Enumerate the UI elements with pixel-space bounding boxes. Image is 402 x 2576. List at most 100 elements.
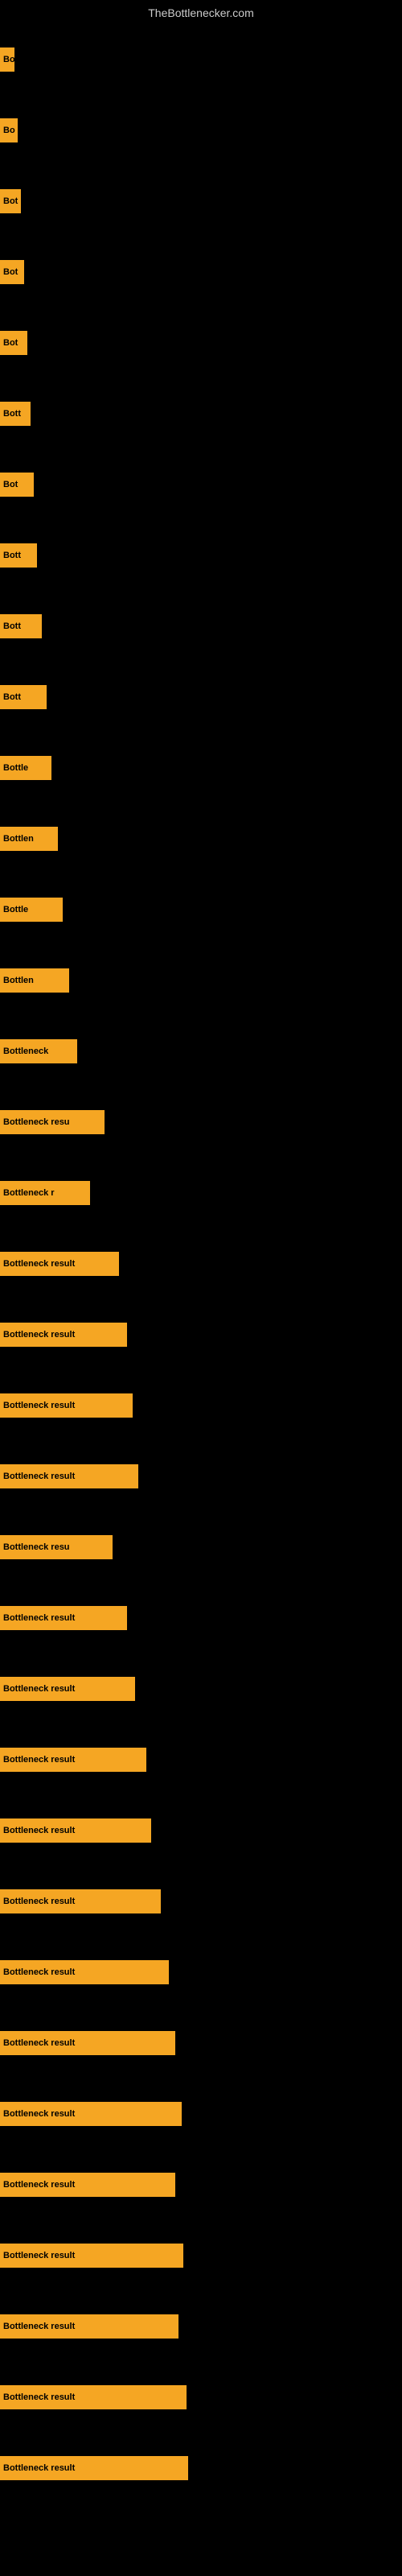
bar-label: Bottleneck resu xyxy=(3,1542,70,1552)
bar-row: Bottlen xyxy=(0,803,402,874)
bar-label: Bottleneck result xyxy=(3,1401,75,1410)
bar-item: Bottleneck result xyxy=(0,1889,161,1913)
bar-item: Bottleneck result xyxy=(0,1323,127,1347)
bar-item: Bottleneck result xyxy=(0,1252,119,1276)
bar-item: Bott xyxy=(0,402,31,426)
bar-item: Bott xyxy=(0,685,47,709)
bar-label: Bottleneck result xyxy=(3,2251,75,2260)
bar-row: Bott xyxy=(0,662,402,733)
bar-label: Bott xyxy=(3,409,21,419)
bar-label: Bottleneck result xyxy=(3,1967,75,1977)
bar-row: Bottleneck result xyxy=(0,2362,402,2433)
bar-label: Bottleneck r xyxy=(3,1188,55,1198)
bar-row: Bo xyxy=(0,95,402,166)
site-title: TheBottlenecker.com xyxy=(0,0,402,26)
bar-row: Bottleneck result xyxy=(0,1583,402,1653)
bar-row: Bottleneck r xyxy=(0,1158,402,1228)
bar-item: Bottle xyxy=(0,898,63,922)
bar-item: Bottlen xyxy=(0,827,58,851)
bar-label: Bo xyxy=(3,55,14,64)
bar-item: Bottleneck result xyxy=(0,2244,183,2268)
bar-label: Bottle xyxy=(3,763,28,773)
bar-row: Bott xyxy=(0,520,402,591)
bar-item: Bottleneck result xyxy=(0,2102,182,2126)
bar-label: Bottleneck result xyxy=(3,1330,75,1340)
bar-label: Bot xyxy=(3,338,18,348)
bar-item: Bottleneck result xyxy=(0,2173,175,2197)
bar-row: Bot xyxy=(0,237,402,308)
bar-row: Bottleneck result xyxy=(0,2149,402,2220)
bar-row: Bottleneck result xyxy=(0,1441,402,1512)
bar-label: Bot xyxy=(3,480,18,489)
bar-row: Bottleneck result xyxy=(0,2008,402,2079)
bar-item: Bot xyxy=(0,260,24,284)
bar-row: Bottleneck result xyxy=(0,1937,402,2008)
bar-row: Bottlen xyxy=(0,945,402,1016)
bar-label: Bottleneck result xyxy=(3,2038,75,2048)
bar-item: Bottleneck resu xyxy=(0,1535,113,1559)
bar-row: Bottleneck result xyxy=(0,1795,402,1866)
bar-row: Bottleneck result xyxy=(0,1370,402,1441)
bar-row: Bottle xyxy=(0,874,402,945)
bar-row: Bottleneck result xyxy=(0,1653,402,1724)
bar-row: Bottleneck result xyxy=(0,1724,402,1795)
bar-row: Bo xyxy=(0,24,402,95)
bar-label: Bottleneck result xyxy=(3,2109,75,2119)
bar-label: Bottleneck result xyxy=(3,1472,75,1481)
bar-row: Bot xyxy=(0,449,402,520)
bar-row: Bottleneck xyxy=(0,1016,402,1087)
bar-item: Bottleneck resu xyxy=(0,1110,105,1134)
bar-item: Bot xyxy=(0,331,27,355)
bar-row: Bott xyxy=(0,378,402,449)
bar-item: Bottleneck result xyxy=(0,2314,178,2339)
bar-label: Bottleneck result xyxy=(3,1684,75,1694)
bar-label: Bottleneck resu xyxy=(3,1117,70,1127)
bar-label: Bottleneck result xyxy=(3,2322,75,2331)
bar-label: Bottleneck result xyxy=(3,2392,75,2402)
bar-label: Bottle xyxy=(3,905,28,914)
bar-item: Bottleneck result xyxy=(0,1960,169,1984)
bar-row: Bottleneck result xyxy=(0,1866,402,1937)
bar-row: Bottleneck result xyxy=(0,1228,402,1299)
bar-item: Bottle xyxy=(0,756,51,780)
bar-item: Bottleneck result xyxy=(0,2456,188,2480)
bar-row: Bot xyxy=(0,166,402,237)
bar-item: Bottleneck result xyxy=(0,1748,146,1772)
bar-item: Bo xyxy=(0,118,18,142)
bar-row: Bottleneck result xyxy=(0,2291,402,2362)
bar-item: Bottleneck result xyxy=(0,2385,187,2409)
bars-container: Bo Bo Bot Bot Bot Bott Bot Bott Bott Bott Bottle Bo… xyxy=(0,24,402,2504)
bar-label: Bottleneck result xyxy=(3,2463,75,2473)
bar-item: Bottleneck result xyxy=(0,1677,135,1701)
bar-label: Bottleneck result xyxy=(3,1897,75,1906)
bar-label: Bottleneck result xyxy=(3,1826,75,1835)
bar-item: Bottleneck result xyxy=(0,1606,127,1630)
bar-label: Bott xyxy=(3,692,21,702)
bar-item: Bottleneck result xyxy=(0,2031,175,2055)
bar-label: Bot xyxy=(3,196,18,206)
bar-label: Bott xyxy=(3,621,21,631)
bar-label: Bottleneck result xyxy=(3,1259,75,1269)
bar-row: Bott xyxy=(0,591,402,662)
bar-row: Bottleneck result xyxy=(0,2433,402,2504)
bar-item: Bott xyxy=(0,614,42,638)
bar-item: Bottlen xyxy=(0,968,69,993)
bar-label: Bot xyxy=(3,267,18,277)
bar-label: Bott xyxy=(3,551,21,560)
bar-item: Bottleneck xyxy=(0,1039,77,1063)
bar-label: Bottlen xyxy=(3,834,34,844)
bar-label: Bottleneck result xyxy=(3,2180,75,2190)
bar-item: Bot xyxy=(0,473,34,497)
bar-item: Bottleneck r xyxy=(0,1181,90,1205)
bar-label: Bo xyxy=(3,126,15,135)
bar-label: Bottleneck result xyxy=(3,1613,75,1623)
bar-row: Bottleneck result xyxy=(0,2220,402,2291)
bar-row: Bottleneck resu xyxy=(0,1512,402,1583)
bar-row: Bottle xyxy=(0,733,402,803)
bar-item: Bo xyxy=(0,47,14,72)
bar-label: Bottleneck xyxy=(3,1046,48,1056)
bar-item: Bottleneck result xyxy=(0,1818,151,1843)
bar-row: Bottleneck result xyxy=(0,2079,402,2149)
bar-row: Bottleneck resu xyxy=(0,1087,402,1158)
bar-item: Bottleneck result xyxy=(0,1393,133,1418)
